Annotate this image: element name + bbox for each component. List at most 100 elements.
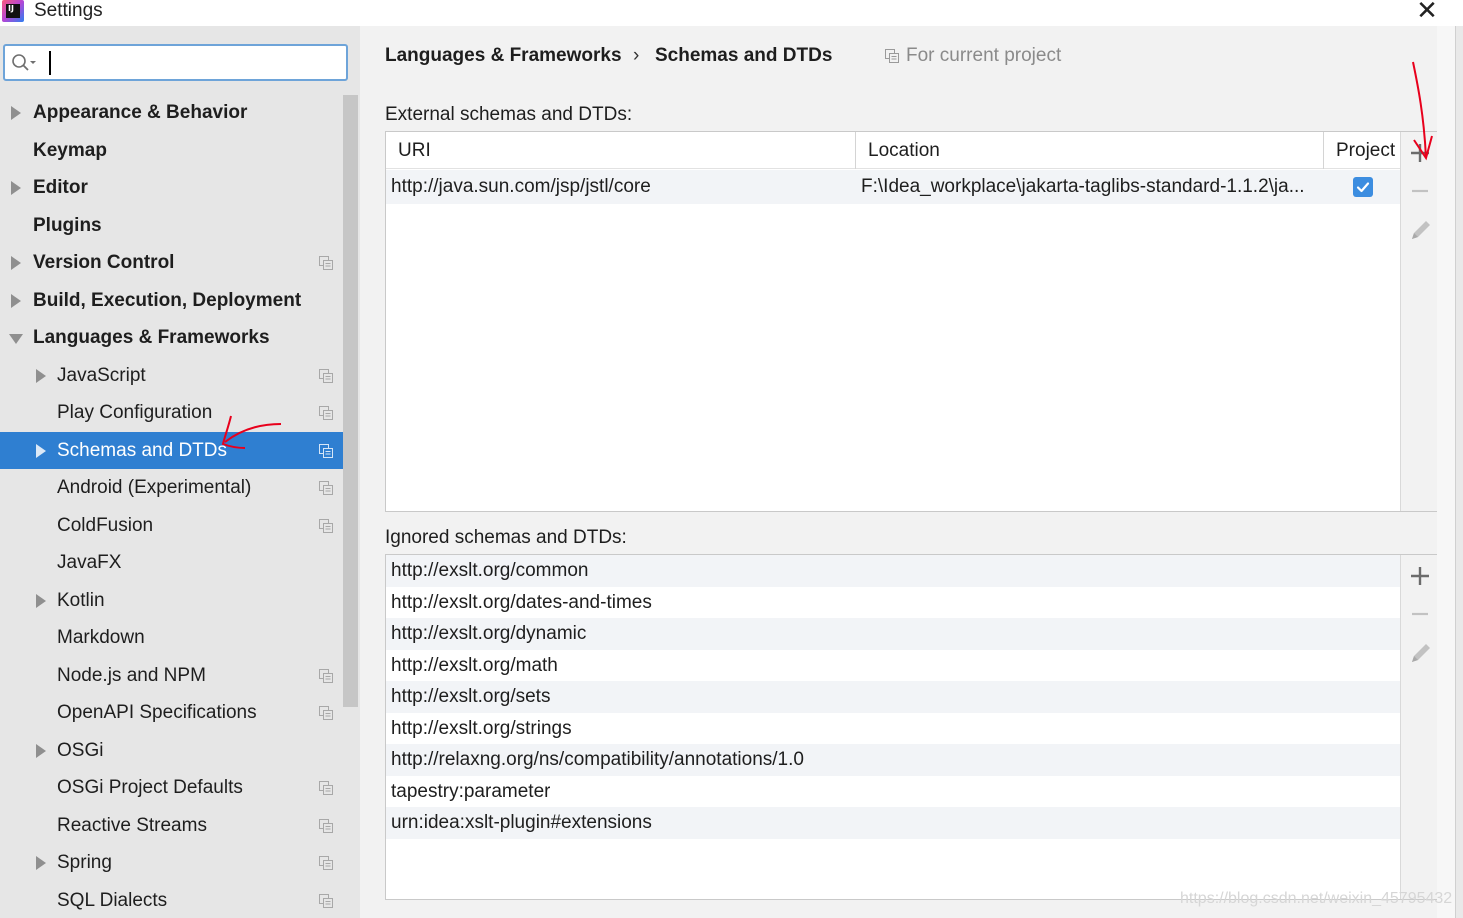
sidebar-item-version-control[interactable]: Version Control [0,244,360,281]
remove-external-button[interactable] [1401,172,1439,210]
sidebar-item-javafx[interactable]: JavaFX [0,544,360,581]
sidebar-item-android-experimental[interactable]: Android (Experimental) [0,469,360,506]
sidebar-item-node-js-and-npm[interactable]: Node.js and NPM [0,657,360,694]
breadcrumb-parent[interactable]: Languages & Frameworks [385,44,622,68]
list-item[interactable]: urn:idea:xslt-plugin#extensions [386,807,1400,839]
edit-ignored-button[interactable] [1401,634,1439,672]
project-scope-icon [319,893,333,908]
collapsed-arrow-icon[interactable] [34,844,48,881]
column-header-uri[interactable]: URI [386,132,856,169]
sidebar-item-sql-dialects[interactable]: SQL Dialects [0,882,360,918]
project-scope-icon [319,443,333,458]
project-scope-icon [319,368,333,383]
collapsed-arrow-icon[interactable] [34,582,48,619]
collapsed-arrow-icon[interactable] [34,432,48,469]
collapsed-arrow-icon[interactable] [34,732,48,769]
external-table-header: URI Location Project [386,132,1400,169]
sidebar-item-label: Schemas and DTDs [57,439,228,461]
sidebar-item-label: Editor [33,177,88,198]
external-toolbar [1400,132,1438,511]
ignored-uri: http://exslt.org/strings [391,717,572,739]
project-scope-icon [319,781,333,795]
sidebar-item-editor[interactable]: Editor [0,169,360,206]
settings-search-box[interactable] [3,44,348,81]
watermark: https://blog.csdn.net/weixin_45795432 [1180,890,1453,907]
sidebar-item-play-configuration[interactable]: Play Configuration [0,394,360,431]
sidebar-item-label: Build, Execution, Deployment [33,289,302,311]
sidebar-item-label: OpenAPI Specifications [57,702,257,723]
sidebar-item-osgi-project-defaults[interactable]: OSGi Project Defaults [0,769,360,806]
sidebar-item-reactive-streams[interactable]: Reactive Streams [0,807,360,844]
list-item[interactable]: http://exslt.org/dynamic [386,618,1400,650]
project-scope-icon [319,856,333,870]
sidebar-item-spring[interactable]: Spring [0,844,360,881]
window-title: Settings [34,0,103,21]
collapsed-arrow-icon[interactable] [9,94,23,131]
project-checkbox[interactable] [1353,177,1373,197]
sidebar-item-plugins[interactable]: Plugins [0,207,360,244]
sidebar-scrollbar-thumb[interactable] [343,95,358,707]
checkmark-icon [1356,182,1370,193]
expanded-arrow-icon[interactable] [9,319,23,356]
list-item[interactable]: tapestry:parameter [386,776,1400,808]
list-item[interactable]: http://exslt.org/common [386,555,1400,587]
project-scope-icon [319,818,333,833]
project-scope-icon [319,668,333,683]
pencil-icon [1412,221,1430,239]
sidebar-item-markdown[interactable]: Markdown [0,619,360,656]
sidebar-item-openapi-specifications[interactable]: OpenAPI Specifications [0,694,360,731]
sidebar-item-appearance-behavior[interactable]: Appearance & Behavior [0,94,360,131]
column-header-location[interactable]: Location [856,132,1324,169]
sidebar-item-label: Markdown [57,627,145,648]
external-schemas-label: External schemas and DTDs: [385,104,633,125]
sidebar-item-label: Keymap [33,139,107,161]
ignored-uri: http://exslt.org/sets [391,686,551,707]
sidebar-item-label: Node.js and NPM [57,664,206,686]
uri-cell: http://java.sun.com/jsp/jstl/core [391,176,651,197]
sidebar-item-label: Kotlin [57,589,105,611]
remove-ignored-button[interactable] [1401,595,1439,633]
sidebar-item-label: Android (Experimental) [57,477,252,498]
list-item[interactable]: http://exslt.org/sets [386,681,1400,713]
minus-icon [1412,189,1428,193]
collapsed-arrow-icon[interactable] [9,244,23,281]
pencil-icon [1412,644,1430,662]
sidebar-item-osgi[interactable]: OSGi [0,732,360,769]
list-item[interactable]: http://exslt.org/dates-and-times [386,587,1400,619]
ignored-toolbar [1400,555,1438,899]
collapsed-arrow-icon[interactable] [9,282,23,319]
add-ignored-button[interactable] [1401,557,1439,595]
sidebar-item-label: JavaFX [57,552,122,573]
table-row[interactable]: http://java.sun.com/jsp/jstl/core F:\Ide… [386,170,1400,204]
collapsed-arrow-icon[interactable] [9,169,23,206]
sidebar-item-label: Reactive Streams [57,814,207,836]
location-cell: F:\Idea_workplace\jakarta-taglibs-standa… [861,176,1305,197]
search-icon [12,54,36,71]
sidebar-item-build-execution-deployment[interactable]: Build, Execution, Deployment [0,282,360,319]
ignored-uri: tapestry:parameter [391,780,551,802]
add-external-button[interactable] [1401,134,1439,172]
sidebar-item-keymap[interactable]: Keymap [0,132,360,169]
settings-search-input[interactable] [45,49,340,76]
sidebar-item-label: Appearance & Behavior [33,102,248,123]
sidebar-item-languages-frameworks[interactable]: Languages & Frameworks [0,319,360,356]
plus-icon [1411,567,1429,585]
text-caret [49,51,51,75]
list-item[interactable]: http://exslt.org/strings [386,713,1400,745]
sidebar-item-kotlin[interactable]: Kotlin [0,582,360,619]
breadcrumb-current: Schemas and DTDs [655,45,833,66]
collapsed-arrow-icon[interactable] [34,357,48,394]
column-header-project[interactable]: Project [1324,132,1400,169]
sidebar-item-coldfusion[interactable]: ColdFusion [0,507,360,544]
list-item[interactable]: http://exslt.org/math [386,650,1400,682]
title-bar: IJ Settings ✕ [0,0,1463,26]
close-button[interactable]: ✕ [1412,0,1442,24]
scope-note-text: For current project [906,45,1062,66]
edit-external-button[interactable] [1401,211,1439,249]
ignored-uri: http://exslt.org/dynamic [391,623,587,644]
window-scrollbar[interactable] [1455,26,1463,918]
list-item[interactable]: http://relaxng.org/ns/compatibility/anno… [386,744,1400,776]
sidebar-item-label: Plugins [33,214,102,236]
sidebar-item-javascript[interactable]: JavaScript [0,357,360,394]
sidebar-item-schemas-and-dtds[interactable]: Schemas and DTDs [0,431,360,469]
